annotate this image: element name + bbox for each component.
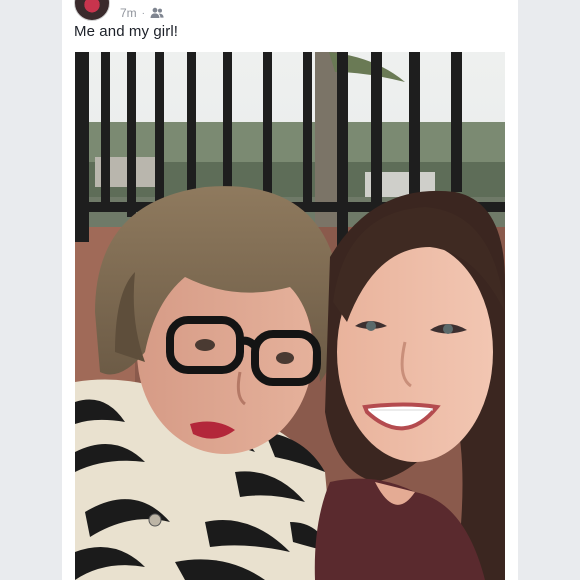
author-avatar[interactable]	[74, 0, 110, 21]
post-header: 7m ·	[74, 0, 164, 21]
selfie-illustration	[75, 52, 505, 580]
post-caption: Me and my girl!	[74, 23, 179, 40]
post-card: 7m · Me and my girl!	[62, 0, 518, 580]
post-timestamp[interactable]: 7m	[120, 6, 137, 20]
meta-separator: ·	[141, 7, 146, 19]
news-feed: 7m · Me and my girl!	[0, 0, 580, 580]
post-meta: 7m ·	[120, 6, 164, 20]
post-photo[interactable]	[75, 52, 505, 580]
friends-icon[interactable]	[150, 7, 164, 19]
